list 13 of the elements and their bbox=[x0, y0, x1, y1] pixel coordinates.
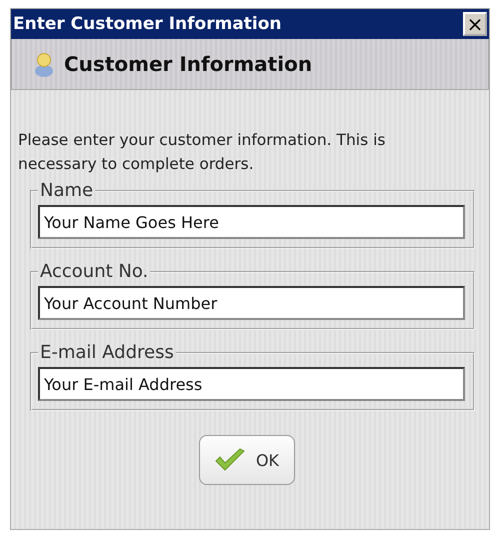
ok-button[interactable]: OK bbox=[198, 435, 294, 485]
text-field[interactable]: Your Account Number bbox=[38, 286, 465, 320]
header-title: Customer Information bbox=[64, 52, 312, 76]
user-icon bbox=[34, 51, 54, 77]
field-label: Account No. bbox=[39, 261, 150, 282]
field-label: E-mail Address bbox=[39, 342, 175, 363]
intro-text: Please enter your customer information. This is necessary to complete orders. bbox=[18, 130, 386, 175]
field-label: Name bbox=[39, 180, 94, 201]
window-title: Enter Customer Information bbox=[13, 14, 282, 34]
check-icon bbox=[214, 448, 246, 472]
text-field[interactable]: Your E-mail Address bbox=[38, 367, 465, 401]
text-field[interactable]: Your Name Goes Here bbox=[38, 205, 465, 239]
close-button[interactable]: × bbox=[463, 12, 487, 36]
